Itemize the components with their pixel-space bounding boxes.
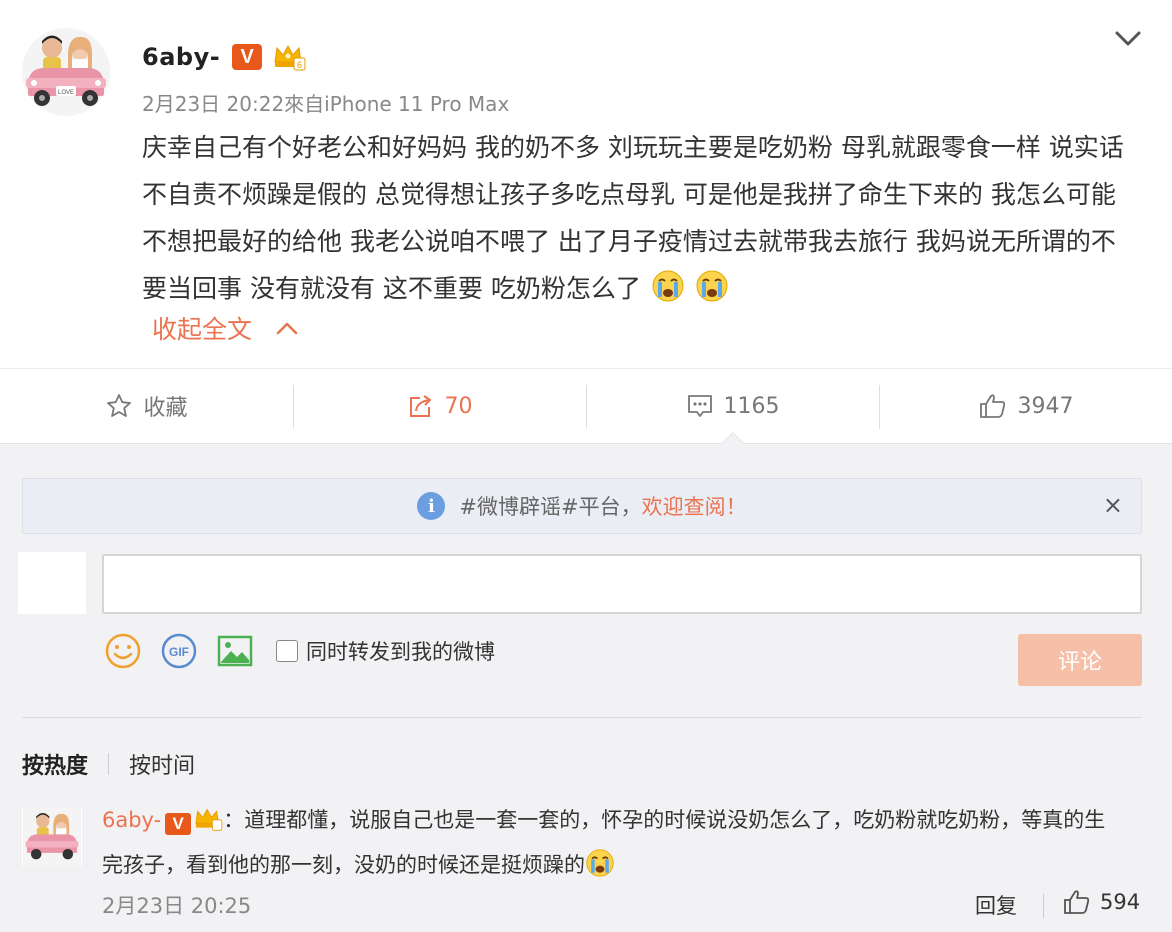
post-text: 庆幸自己有个好老公和好妈妈 我的奶不多 刘玩玩主要是吃奶粉 母乳就跟零食一样 说…: [142, 133, 1124, 303]
like-button[interactable]: 3947: [879, 369, 1172, 443]
info-icon: i: [417, 492, 446, 520]
smiley-icon[interactable]: [104, 632, 142, 670]
comment-action-separator: [1043, 894, 1044, 918]
comment-text-block: 6aby- V ：道理都懂，说服自己也是一套一套的，怀孕的时候说没奶怎么了，吃奶粉就…: [102, 798, 1112, 888]
star-icon: [107, 394, 132, 417]
avatar-illustration: LOVE: [22, 28, 110, 116]
thumbs-up-icon: [979, 394, 1005, 418]
comment-like-button[interactable]: 594: [1062, 888, 1140, 916]
reply-button[interactable]: 回复: [975, 890, 1017, 920]
repost-button[interactable]: 70: [293, 369, 586, 443]
rumor-notice-banner: i #微博辟谣#平台， 欢迎查阅！ ×: [22, 478, 1142, 534]
post-meta: 2月23日 20:22來自iPhone 11 Pro Max: [142, 92, 510, 116]
gif-icon[interactable]: GIF: [160, 632, 198, 670]
comment-time: 2月23日 20:25: [102, 894, 252, 918]
tab-sort-time[interactable]: 按时间: [129, 748, 195, 780]
repost-checkbox[interactable]: [276, 640, 298, 662]
repost-checkbox-label: 同时转发到我的微博: [306, 640, 495, 664]
notice-text: #微博辟谣#平台，: [459, 495, 642, 519]
submit-comment-button[interactable]: 评论: [1018, 634, 1142, 686]
weibo-post: LOVE 6aby- V 6 2月23日 20:22來自iPhone 11 Pr…: [0, 0, 1172, 368]
avatar-sign-text: LOVE: [58, 90, 74, 96]
comment-input[interactable]: [102, 554, 1142, 614]
crown-icon: 6: [272, 42, 306, 72]
favorite-label: 收藏: [143, 396, 188, 421]
svg-text:6: 6: [297, 60, 302, 70]
tab-sort-hot[interactable]: 按热度: [22, 748, 88, 780]
composer-toolbar: GIF 同时转发到我的微博: [104, 632, 495, 670]
collapse-label: 收起全文: [152, 315, 253, 344]
sort-separator: [108, 753, 110, 775]
crying-emoji: [586, 849, 614, 877]
sort-tabs: 按热度 按时间: [22, 748, 195, 780]
crying-emoji: [696, 270, 728, 302]
collapse-full-text-link[interactable]: 收起全文: [152, 310, 298, 346]
crown-icon: [195, 808, 223, 831]
gif-label: GIF: [169, 645, 189, 659]
crying-emoji: [652, 270, 684, 302]
action-bar: 收藏 70 1165 3947: [0, 368, 1172, 444]
verified-badge: V: [232, 44, 263, 70]
author-avatar[interactable]: LOVE: [22, 28, 110, 116]
like-count: 3947: [1017, 393, 1074, 419]
author-line: 6aby- V 6: [142, 40, 306, 74]
post-content: 庆幸自己有个好老公和好妈妈 我的奶不多 刘玩玩主要是吃奶粉 母乳就跟零食一样 说…: [142, 124, 1132, 312]
close-icon[interactable]: ×: [1103, 491, 1123, 519]
author-name[interactable]: 6aby-: [142, 43, 220, 71]
chevron-up-icon: [276, 322, 298, 335]
my-avatar: [18, 552, 86, 614]
comments-section: i #微博辟谣#平台， 欢迎查阅！ × GIF 同时转发到我的微博 评论 按热度…: [0, 444, 1172, 932]
repost-count: 70: [444, 393, 473, 419]
repost-icon: [409, 395, 431, 417]
verified-badge: V: [165, 813, 192, 835]
comment-count: 1165: [723, 393, 780, 419]
chevron-down-icon[interactable]: [1114, 26, 1142, 50]
favorite-button[interactable]: 收藏: [0, 369, 293, 443]
divider: [22, 717, 1142, 718]
comment-pointer-arrow: [721, 432, 745, 444]
notice-link[interactable]: 欢迎查阅！: [642, 491, 747, 521]
comment-author-avatar[interactable]: [22, 808, 82, 866]
thumbs-up-icon: [1064, 890, 1090, 914]
comment-like-count: 594: [1100, 890, 1141, 914]
comment-author-name[interactable]: 6aby-: [102, 808, 161, 832]
image-icon[interactable]: [216, 632, 254, 670]
avatar-illustration: [23, 808, 81, 866]
comment-icon: [687, 395, 712, 417]
